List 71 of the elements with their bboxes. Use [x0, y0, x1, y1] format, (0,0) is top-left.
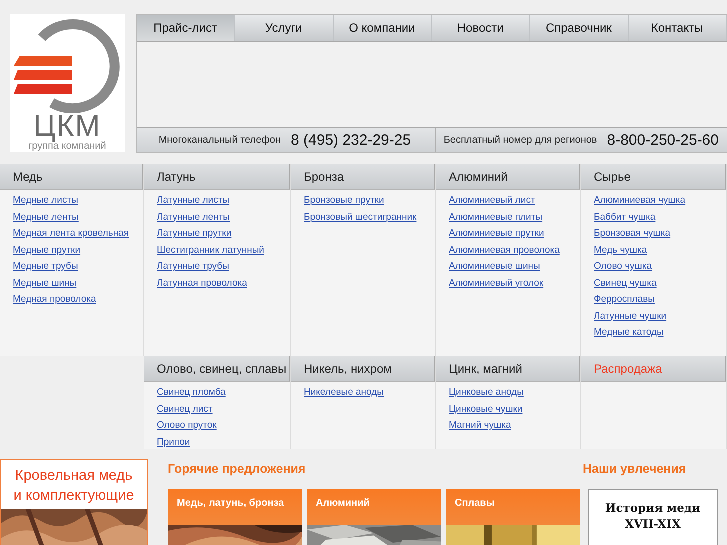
category-link[interactable]: Латунные чушки	[594, 310, 667, 322]
category-link[interactable]: Ферросплавы	[594, 293, 655, 306]
category-link[interactable]: Бронзовый шестигранник	[304, 210, 417, 224]
promo-banner[interactable]: Кровельная медь и комплектующие	[0, 459, 148, 545]
category-link[interactable]: Алюминиевый лист	[449, 194, 536, 207]
category-link[interactable]: Цинковые чушки	[449, 402, 523, 416]
nav-tab[interactable]: Контакты	[628, 15, 727, 41]
category-link[interactable]: Алюминиевая чушка	[594, 194, 686, 207]
category-link[interactable]: Латунные прутки	[157, 227, 232, 240]
logo-icon	[12, 18, 122, 113]
nav-tab[interactable]: О компании	[334, 15, 432, 41]
category-header[interactable]: Латунь	[144, 164, 290, 190]
category-link[interactable]: Латунные листы	[157, 194, 230, 207]
category-link[interactable]: Алюминиевые плиты	[449, 210, 543, 224]
category-link[interactable]: Свинец лист	[157, 402, 213, 416]
category-link[interactable]: Алюминиевые шины	[449, 260, 540, 273]
logo-text: ЦКМ	[34, 113, 102, 141]
category-header[interactable]: Алюминий	[436, 164, 580, 190]
category-link[interactable]: Магний чушка	[449, 419, 512, 432]
category-link[interactable]: Баббит чушка	[594, 210, 656, 224]
category-link[interactable]: Бронзовая чушка	[594, 227, 671, 240]
category-link[interactable]: Припои	[157, 436, 190, 448]
history-card[interactable]: История меди XVII-XIX	[588, 489, 718, 545]
offer-title: Медь, латунь, бронза	[176, 497, 286, 511]
category-link[interactable]: Свинец пломба	[157, 386, 226, 399]
category-link[interactable]: Медные катоды	[594, 326, 664, 339]
category-link[interactable]: Бронзовые прутки	[304, 194, 384, 207]
category-header[interactable]: Медь	[0, 164, 143, 190]
logo[interactable]: ЦКМ группа компаний	[10, 14, 125, 152]
section-title: Наши увлечения	[583, 461, 688, 478]
category-header[interactable]: Цинк, магний	[436, 356, 580, 382]
phone-number: 8-800-250-25-60	[607, 132, 719, 148]
category-link[interactable]: Цинковые аноды	[449, 386, 524, 399]
category-link[interactable]: Алюминиевая проволока	[449, 244, 560, 256]
history-title: XVII-XIX	[625, 516, 681, 532]
promo-title: Кровельная медь	[15, 467, 133, 486]
category-link[interactable]: Шестигранник латунный	[157, 244, 264, 256]
nav-tab[interactable]: Услуги	[235, 15, 334, 41]
category-header[interactable]: Бронза	[291, 164, 435, 190]
section-title: Горячие предложения	[168, 461, 307, 478]
category-header[interactable]: Никель, нихром	[291, 356, 435, 382]
nav-tab[interactable]: Прайс-лист	[136, 15, 236, 41]
category-link[interactable]: Алюминиевые прутки	[449, 227, 544, 240]
category-link[interactable]: Медная лента кровельная	[13, 227, 129, 240]
category-header[interactable]: Сырье	[581, 164, 726, 190]
phone-label: Бесплатный номер для регионов	[444, 134, 598, 146]
category-link[interactable]: Алюминиевый уголок	[449, 276, 544, 290]
offer-title: Алюминий	[315, 497, 371, 511]
logo-subtitle: группа компаний	[28, 141, 106, 152]
phone-number: 8 (495) 232-29-25	[291, 132, 412, 148]
category-link[interactable]: Медные трубы	[13, 260, 78, 273]
category-link[interactable]: Медные листы	[13, 194, 78, 207]
category-link[interactable]: Медь чушка	[594, 244, 648, 256]
category-link[interactable]: Свинец чушка	[594, 276, 657, 290]
category-link[interactable]: Олово чушка	[594, 260, 652, 273]
nav-tab[interactable]: Новости	[432, 15, 530, 41]
category-link[interactable]: Медная проволока	[13, 293, 96, 306]
category-link[interactable]: Медные прутки	[13, 244, 81, 256]
nav-tab[interactable]: Справочник	[530, 15, 629, 41]
history-title: История меди	[605, 500, 701, 516]
category-link[interactable]: Никелевые аноды	[304, 386, 384, 399]
category-link[interactable]: Латунная проволока	[157, 276, 248, 290]
phone-label: Многоканальный телефон	[158, 134, 281, 146]
category-link[interactable]: Латунные трубы	[157, 260, 230, 273]
category-link[interactable]: Медные шины	[13, 276, 77, 290]
promo-title: и комплектующие	[14, 487, 134, 506]
category-header[interactable]: Олово, свинец, сплавы	[144, 356, 290, 382]
category-link[interactable]: Латунные ленты	[157, 210, 230, 224]
category-link[interactable]: Медные ленты	[13, 210, 79, 224]
offer-title: Сплавы	[454, 497, 496, 511]
category-link[interactable]: Олово пруток	[157, 419, 217, 432]
